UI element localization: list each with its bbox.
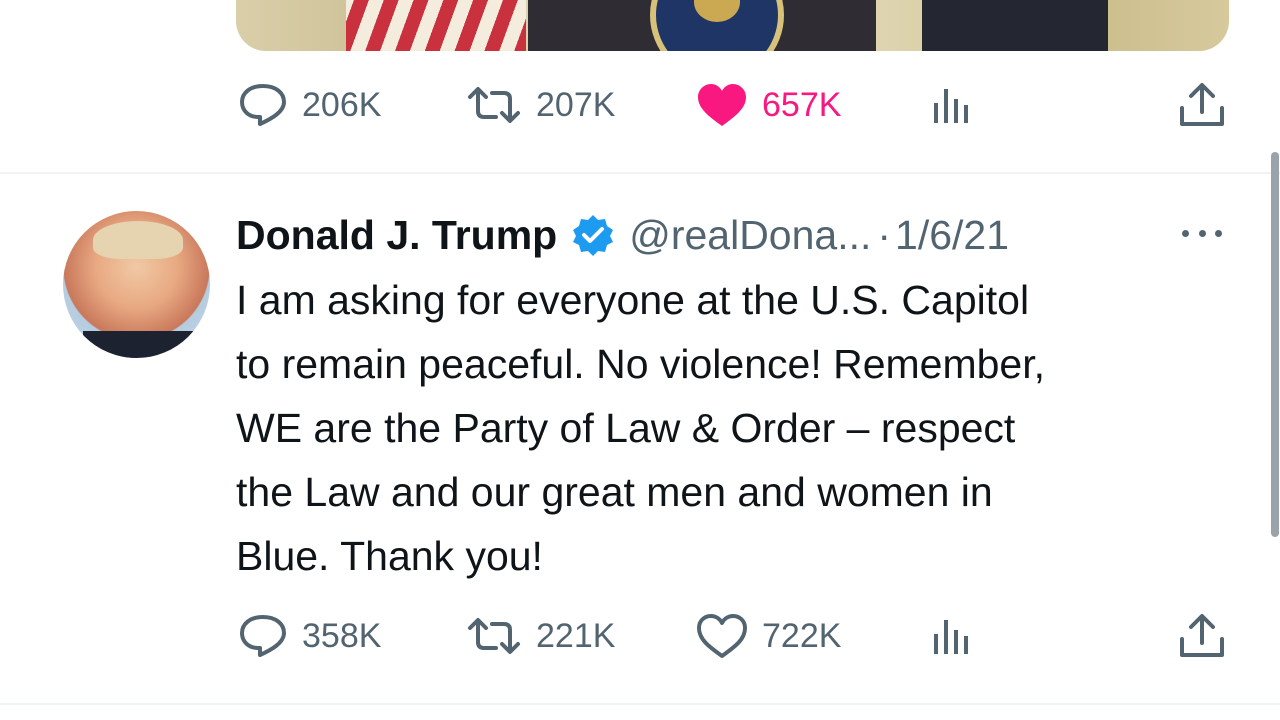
reply-count: 206K [302,85,382,124]
scrollbar-thumb[interactable] [1271,152,1279,537]
like-count: 722K [762,616,842,655]
retweet-count: 221K [536,616,616,655]
previous-tweet-action-bar: 206K 207K 657K [238,77,1230,133]
reply-button[interactable]: 358K [238,608,381,664]
tweet-date[interactable]: 1/6/21 [895,212,1009,259]
verified-badge-icon [573,215,614,256]
views-icon [934,89,968,123]
avatar-hair [93,221,183,259]
views-button[interactable] [932,608,974,664]
verified-badge[interactable] [571,213,615,257]
retweet-button[interactable]: 221K [466,608,615,664]
avatar-suit [83,331,193,358]
reply-count: 358K [302,616,382,655]
avatar[interactable] [63,211,210,358]
reply-button[interactable]: 206K [238,77,381,133]
tweet-divider-bottom [0,703,1280,705]
more-options-icon [1182,229,1189,237]
more-options-dot [1198,229,1206,237]
tweet-action-bar: 358K 221K 722K [238,608,1230,664]
share-icon [1180,614,1224,657]
more-options-button[interactable] [1178,218,1226,248]
retweet-button[interactable]: 207K [466,77,615,133]
tweet-text: I am asking for everyone at the U.S. Cap… [236,277,1046,579]
tweet-divider [0,172,1280,174]
share-button[interactable] [1178,608,1226,664]
tweet-header: Donald J. Trump @realDona... · 1/6/21 [236,207,1009,263]
retweet-icon [468,87,520,123]
display-name[interactable]: Donald J. Trump [236,212,557,259]
like-count: 657K [762,85,842,124]
flag-image-region [346,0,526,51]
reply-icon [240,615,286,657]
views-icon [934,620,968,654]
previous-tweet-media[interactable] [236,0,1229,51]
reply-icon [240,84,286,126]
retweet-icon [468,618,520,654]
handle[interactable]: @realDona... [629,212,871,259]
person-image-region [922,0,1108,51]
more-options-dot [1215,229,1222,237]
like-button[interactable]: 722K [696,608,841,664]
like-icon [698,84,746,126]
presidential-seal [650,0,784,51]
retweet-count: 207K [536,85,616,124]
header-separator: · [877,211,892,258]
share-icon [1180,83,1224,126]
like-button[interactable]: 657K [696,77,841,133]
like-icon [697,614,747,658]
share-button[interactable] [1178,77,1226,133]
views-button[interactable] [932,77,974,133]
